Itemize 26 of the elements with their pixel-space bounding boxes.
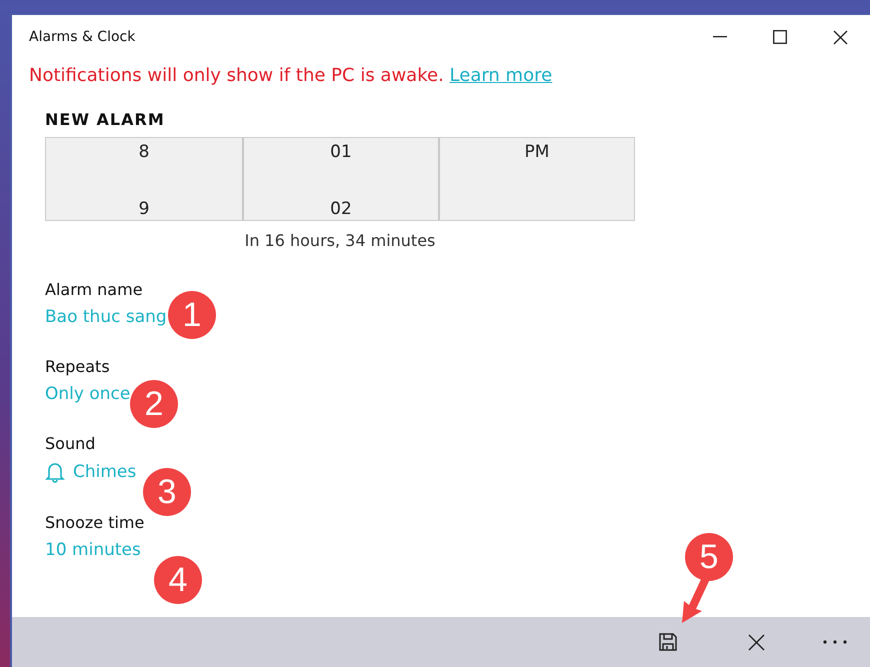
step-badge: 5 [685, 533, 733, 581]
time-value[interactable]: 02 [330, 198, 352, 220]
setting-label: Sound [45, 434, 96, 453]
section-heading: NEW ALARM [45, 110, 166, 129]
time-value[interactable]: 8 [138, 141, 150, 163]
window-title: Alarms & Clock [29, 29, 136, 45]
step-badge: 2 [130, 380, 178, 428]
time-picker[interactable]: 8 9 01 02 PM [45, 137, 635, 221]
setting-label: Repeats [45, 357, 110, 376]
more-icon [823, 640, 847, 644]
bell-icon [45, 461, 65, 483]
minimize-icon [713, 36, 727, 38]
time-value[interactable]: 9 [138, 198, 150, 220]
time-value[interactable]: 01 [330, 141, 352, 163]
step-badge: 3 [143, 468, 191, 516]
close-icon [832, 30, 848, 44]
notification-message: Notifications will only show if the PC is awake. Learn more [29, 65, 554, 86]
step-badge: 4 [154, 556, 202, 604]
setting-label: Alarm name [45, 280, 143, 299]
close-icon [748, 634, 764, 650]
time-value[interactable]: PM [524, 141, 550, 163]
save-icon [659, 633, 677, 651]
step-badge: 1 [168, 291, 216, 339]
maximize-icon [773, 30, 787, 44]
time-remaining: In 16 hours, 34 minutes [244, 231, 436, 250]
setting-label: Snooze time [45, 513, 144, 532]
